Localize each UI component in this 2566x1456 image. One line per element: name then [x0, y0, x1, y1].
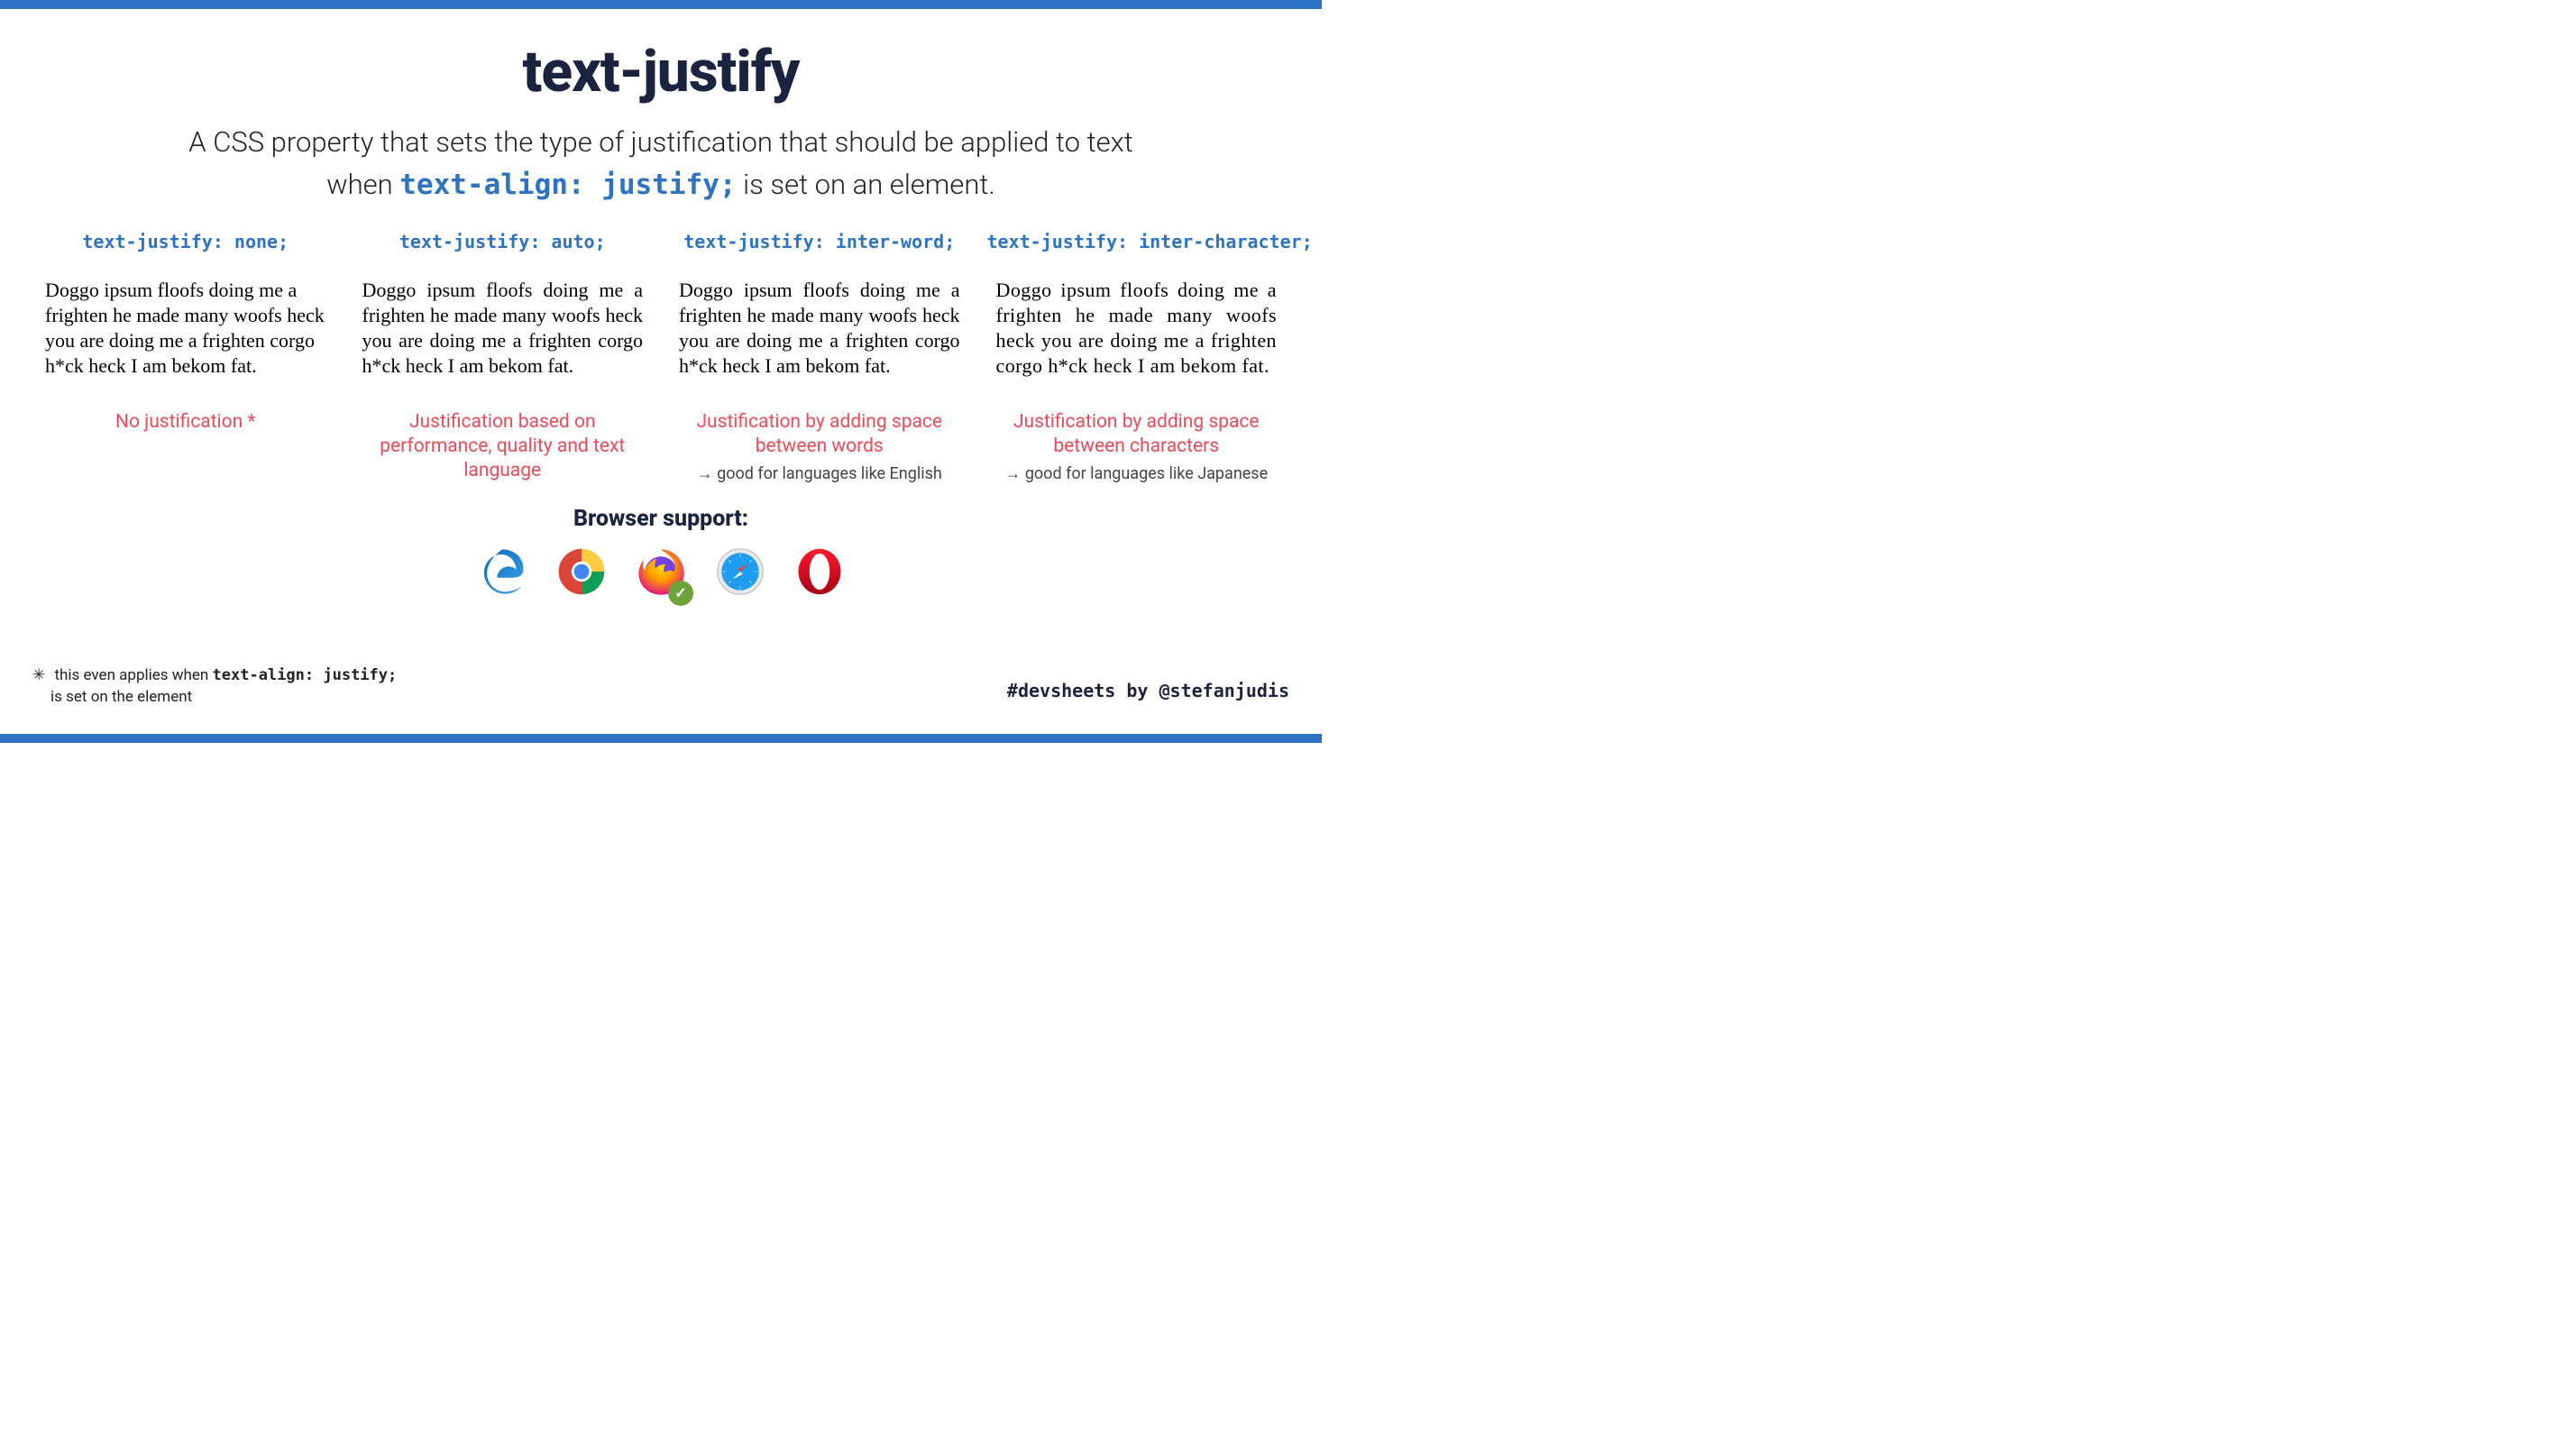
edge-icon: [477, 546, 527, 600]
caption: No justification *: [36, 410, 335, 435]
footnote-code: text-align: justify;: [213, 666, 398, 684]
sample-text-auto: Doggo ipsum floofs doing me a frighten h…: [353, 278, 653, 380]
subtitle-line1: A CSS property that sets the type of jus…: [188, 125, 1132, 159]
col-header: text-justify: inter-character;: [987, 231, 1287, 252]
col-header: text-justify: auto;: [353, 231, 653, 252]
page-subtitle: A CSS property that sets the type of jus…: [0, 122, 1322, 206]
subtitle-before-code: when: [326, 168, 399, 201]
sample-text-none: Doggo ipsum floofs doing me a frighten h…: [36, 278, 335, 380]
devsheet-card: text-justify A CSS property that sets th…: [0, 0, 1322, 743]
subtitle-code: text-align: justify;: [399, 169, 736, 201]
credit-line: #devsheets by @stefanjudis: [1007, 680, 1289, 701]
example-inter-character: text-justify: inter-character; Doggo ips…: [987, 231, 1287, 484]
col-header: text-justify: none;: [36, 231, 335, 252]
browser-icons-row: [0, 546, 1322, 600]
caption: Justification based on performance, qual…: [353, 410, 653, 484]
footnote-star-icon: ✳: [32, 666, 45, 684]
caption-note: good for languages like English: [670, 464, 969, 483]
footnote-text-before: this even applies when: [54, 666, 212, 684]
examples-row: text-justify: none; Doggo ipsum floofs d…: [0, 206, 1322, 484]
opera-icon: [794, 546, 845, 600]
sample-text-inter-character: Doggo ipsum floofs doing me a frighten h…: [987, 278, 1287, 380]
caption-note: good for languages like Japanese: [987, 464, 1287, 483]
col-header: text-justify: inter-word;: [670, 231, 969, 252]
example-none: text-justify: none; Doggo ipsum floofs d…: [36, 231, 335, 484]
browser-support-label: Browser support:: [0, 506, 1322, 532]
footnote: ✳ this even applies when text-align: jus…: [32, 665, 397, 709]
check-badge-icon: [668, 581, 693, 606]
example-auto: text-justify: auto; Doggo ipsum floofs d…: [353, 231, 653, 484]
page-title: text-justify: [0, 38, 1322, 105]
subtitle-after-code: is set on an element.: [737, 168, 995, 201]
browser-support: Browser support:: [0, 506, 1322, 600]
firefox-icon: [636, 546, 686, 600]
safari-icon: [715, 546, 765, 600]
caption: Justification by adding space between ch…: [987, 410, 1287, 460]
example-inter-word: text-justify: inter-word; Doggo ipsum fl…: [670, 231, 969, 484]
caption: Justification by adding space between wo…: [670, 410, 969, 460]
sample-text-inter-word: Doggo ipsum floofs doing me a frighten h…: [670, 278, 969, 380]
chrome-icon: [556, 546, 607, 600]
footnote-text-after: is set on the element: [50, 688, 192, 706]
